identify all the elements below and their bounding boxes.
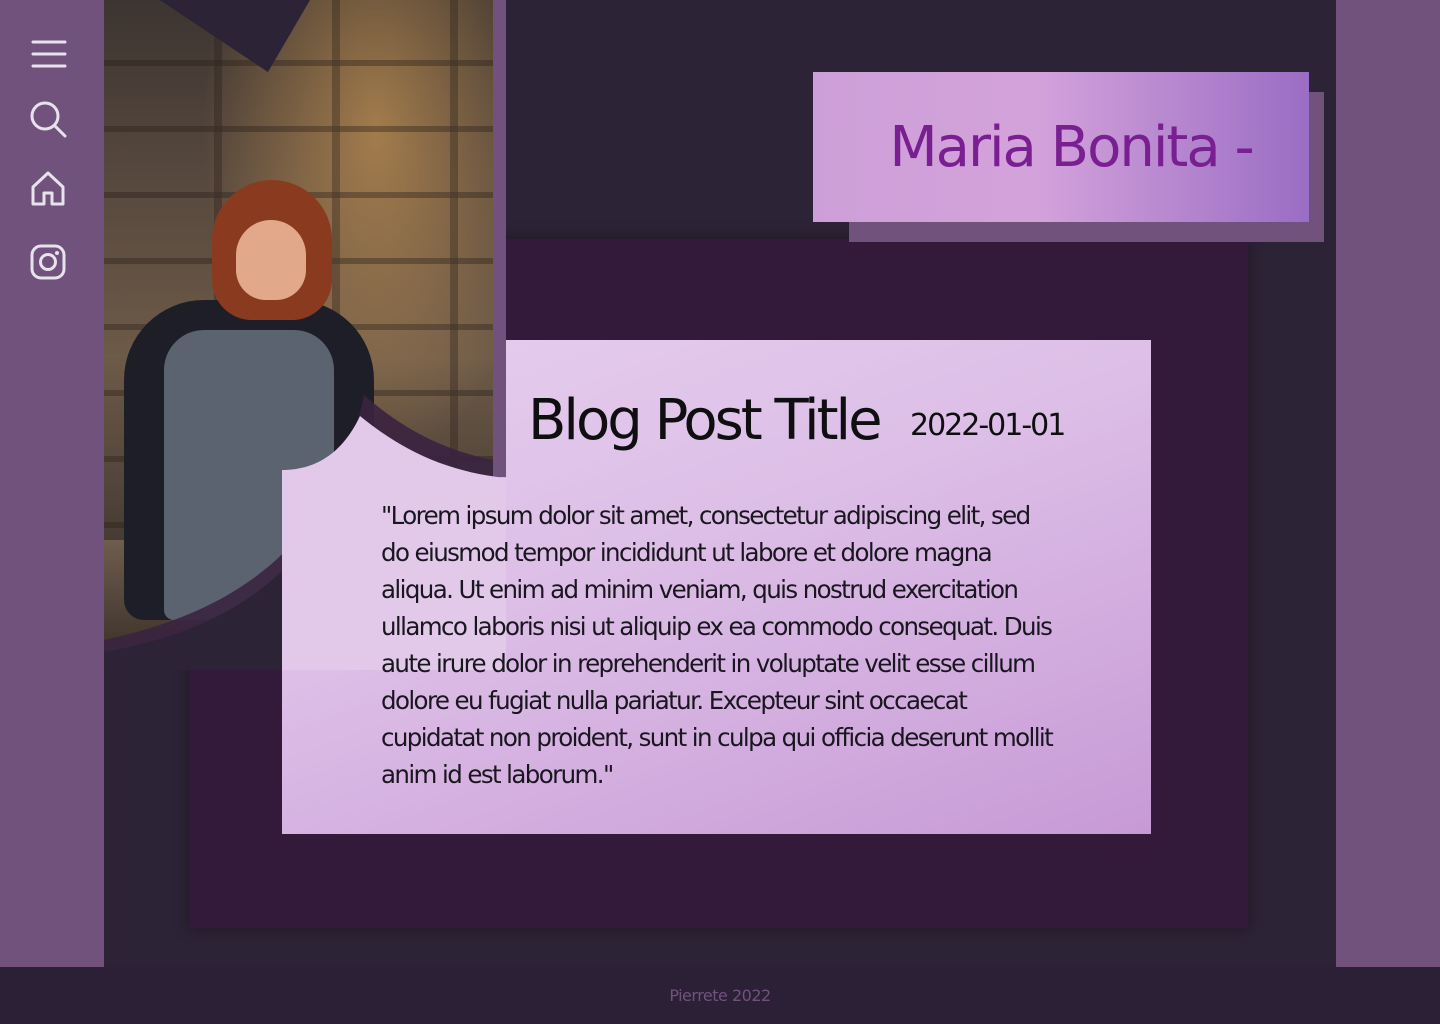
instagram-icon-glyph [30, 244, 66, 280]
post-date: 2022-01-01 [910, 408, 1066, 443]
footer: Pierrete 2022 [0, 967, 1440, 1024]
post-body: "Lorem ipsum dolor sit amet, consectetur… [381, 501, 1054, 789]
photo-person-apron [164, 330, 334, 620]
sidebar-nav [0, 0, 104, 967]
menu-icon[interactable] [27, 33, 69, 75]
photo-edge [493, 0, 506, 477]
footer-text: Pierrete 2022 [669, 986, 771, 1005]
search-icon[interactable] [27, 98, 69, 140]
photo-person-face [236, 220, 306, 300]
search-icon-glyph [30, 101, 67, 138]
author-name: Maria Bonita - [889, 114, 1254, 180]
home-icon[interactable] [27, 167, 69, 209]
home-icon-glyph [31, 171, 65, 206]
post-title: Blog Post Title [528, 388, 883, 453]
instagram-icon[interactable] [27, 241, 69, 283]
right-rail [1336, 0, 1440, 967]
name-card: Maria Bonita - [813, 72, 1309, 222]
menu-icon-glyph [31, 40, 67, 68]
